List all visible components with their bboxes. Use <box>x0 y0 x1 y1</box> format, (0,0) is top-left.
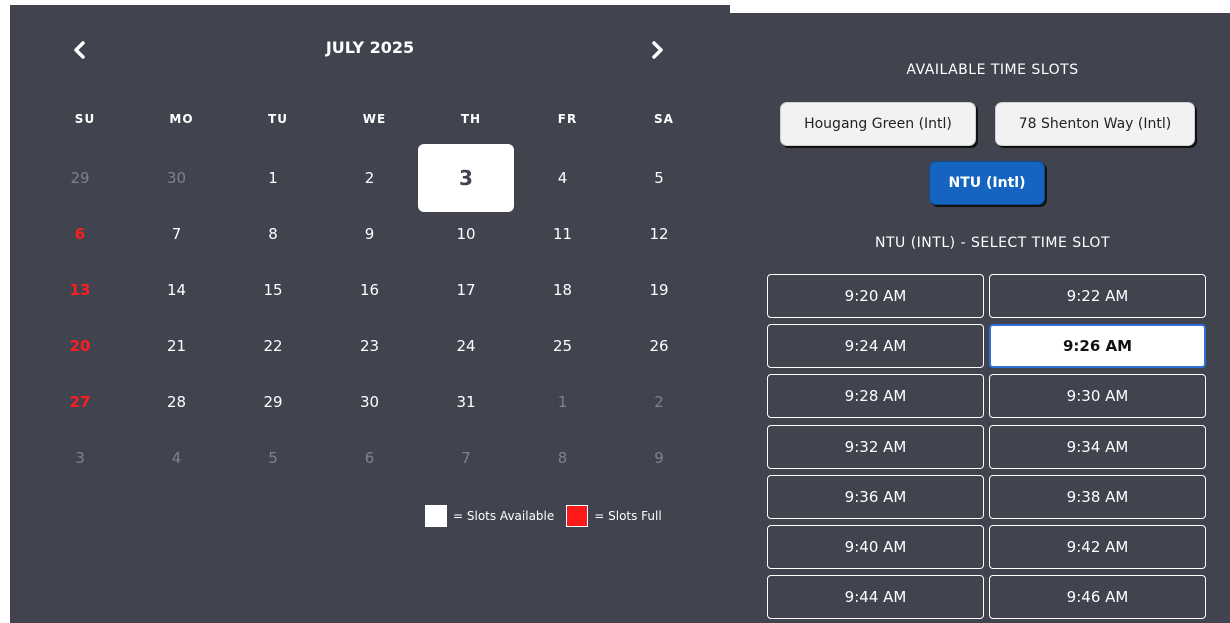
time-slot[interactable]: 9:28 AM <box>767 374 984 419</box>
location-shenton-button[interactable]: 78 Shenton Way (Intl) <box>995 102 1195 146</box>
week-row: 6 7 8 9 10 11 12 <box>10 209 740 259</box>
calendar-day[interactable]: 23 <box>322 321 418 371</box>
calendar-day[interactable]: 16 <box>322 265 418 315</box>
calendar-day[interactable]: 22 <box>225 321 321 371</box>
time-slot[interactable]: 9:36 AM <box>767 474 984 519</box>
weekday-1: MO <box>169 112 194 126</box>
calendar-day[interactable]: 9 <box>322 209 418 259</box>
calendar-day[interactable]: 30 <box>322 377 418 427</box>
calendar-day[interactable]: 31 <box>418 377 514 427</box>
calendar-day[interactable]: 7 <box>129 209 225 259</box>
calendar-day[interactable]: 29 <box>225 377 321 427</box>
calendar-day: 4 <box>171 449 182 467</box>
time-slot[interactable]: 9:24 AM <box>767 324 984 369</box>
calendar-day[interactable]: 17 <box>418 265 514 315</box>
location-ntu-button[interactable]: NTU (Intl) <box>929 161 1045 205</box>
calendar-day[interactable]: 10 <box>418 209 514 259</box>
calendar-day[interactable]: 4 <box>515 153 611 203</box>
weekday-0: SU <box>74 112 96 126</box>
calendar-day[interactable]: 2 <box>322 153 418 203</box>
legend-available-label: = Slots Available <box>453 509 555 523</box>
select-slot-title: NTU (INTL) - SELECT TIME SLOT <box>874 235 1111 251</box>
calendar-day: 30 <box>166 169 187 187</box>
week-row: 3 4 5 6 7 8 9 <box>10 433 740 483</box>
time-slot[interactable]: 9:30 AM <box>989 374 1206 419</box>
calendar-day[interactable]: 15 <box>225 265 321 315</box>
calendar-day: 9 <box>654 449 664 467</box>
week-row: 29 30 1 2 3 4 5 <box>10 144 740 212</box>
time-slot[interactable]: 9:38 AM <box>989 474 1206 519</box>
calendar-day[interactable]: 14 <box>129 265 225 315</box>
week-row: 27 28 29 30 31 1 2 <box>10 377 740 427</box>
calendar-day[interactable]: 25 <box>515 321 611 371</box>
calendar-day: 5 <box>268 449 278 467</box>
time-slot-selected[interactable]: 9:26 AM <box>989 324 1206 369</box>
calendar-day: 1 <box>557 393 568 411</box>
calendar-day: 8 <box>557 449 568 467</box>
full-swatch <box>566 505 589 527</box>
calendar-day: 6 <box>364 449 375 467</box>
weekday-4: TH <box>460 112 482 126</box>
calendar-day[interactable]: 6 <box>32 209 128 259</box>
calendar-day[interactable]: 12 <box>611 209 707 259</box>
legend: = Slots Available = Slots Full <box>425 504 662 528</box>
calendar-day[interactable]: 20 <box>32 321 128 371</box>
week-row: 20 21 22 23 24 25 26 <box>10 321 740 371</box>
calendar-day: 2 <box>654 393 664 411</box>
weekday-5: FR <box>557 112 578 126</box>
calendar-day[interactable]: 11 <box>515 209 611 259</box>
calendar-day[interactable]: 19 <box>611 265 707 315</box>
time-slot[interactable]: 9:20 AM <box>767 274 984 318</box>
calendar-day[interactable]: 1 <box>225 153 321 203</box>
next-month-button[interactable] <box>642 35 672 65</box>
time-slot[interactable]: 9:22 AM <box>989 274 1206 318</box>
calendar-day[interactable]: 13 <box>32 265 128 315</box>
time-slot[interactable]: 9:46 AM <box>989 575 1206 620</box>
calendar-day[interactable]: 8 <box>225 209 321 259</box>
location-hougang-button[interactable]: Hougang Green (Intl) <box>780 102 976 146</box>
time-slot[interactable]: 9:40 AM <box>767 525 984 569</box>
calendar-day: 3 <box>75 449 85 467</box>
chevron-right-icon <box>652 41 663 59</box>
calendar-day[interactable]: 21 <box>129 321 225 371</box>
chevron-left-icon <box>74 41 85 59</box>
calendar-day[interactable]: 27 <box>32 377 128 427</box>
month-title: JULY 2025 <box>325 38 415 57</box>
slots-title: AVAILABLE TIME SLOTS <box>906 62 1079 78</box>
weekday-6: SA <box>654 112 674 126</box>
weekday-header: SU MO TU WE TH FR SA <box>10 100 740 140</box>
calendar-day-selected[interactable]: 3 <box>418 144 514 212</box>
top-strip <box>730 0 1230 13</box>
weekday-3: WE <box>362 112 387 126</box>
time-slot[interactable]: 9:32 AM <box>767 424 984 469</box>
calendar-day[interactable]: 26 <box>611 321 707 371</box>
time-slot[interactable]: 9:44 AM <box>767 575 984 620</box>
week-row: 13 14 15 16 17 18 19 <box>10 265 740 315</box>
time-slots-panel: AVAILABLE TIME SLOTS Hougang Green (Intl… <box>755 5 1230 623</box>
weekday-2: TU <box>268 112 288 126</box>
calendar-day: 7 <box>461 449 471 467</box>
prev-month-button[interactable] <box>65 35 95 65</box>
calendar-day[interactable]: 18 <box>515 265 611 315</box>
time-slot[interactable]: 9:42 AM <box>989 525 1206 569</box>
legend-full-label: = Slots Full <box>594 509 662 523</box>
time-slot[interactable]: 9:34 AM <box>989 424 1206 469</box>
booking-panel: JULY 2025 SU MO TU WE TH FR SA 29 30 1 2 3 4 5 6 7 8 9 10… <box>10 5 1230 623</box>
calendar-day[interactable]: 5 <box>611 153 707 203</box>
calendar-day[interactable]: 28 <box>129 377 225 427</box>
available-swatch <box>425 505 447 527</box>
calendar-day: 29 <box>70 169 90 187</box>
calendar-day[interactable]: 24 <box>418 321 514 371</box>
calendar: JULY 2025 SU MO TU WE TH FR SA 29 30 1 2 3 4 5 6 7 8 9 10… <box>10 5 740 623</box>
